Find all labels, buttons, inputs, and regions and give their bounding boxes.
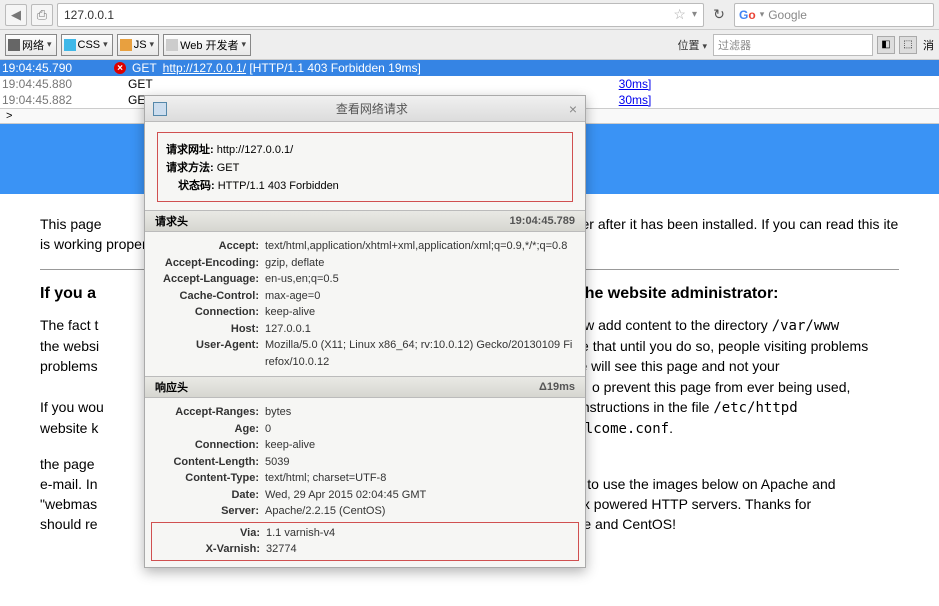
position-label: 位置▾ [677,37,707,53]
network-request-popup: 查看网络请求 × 请求网址: http://127.0.0.1/ 请求方法: G… [144,95,586,568]
filter-input[interactable]: 过滤器 [713,34,873,56]
back-button[interactable]: ◀ [5,4,27,26]
response-headers: Accept-Ranges:bytes Age:0 Connection:kee… [145,398,585,522]
google-logo-icon: Go [739,8,756,22]
request-row[interactable]: 19:04:45.880 GET 30ms] [0,76,939,92]
browser-nav-bar: ◀ ⎙ 127.0.0.1 ☆ ▾ ↻ Go ▾ Google [0,0,939,30]
popup-titlebar[interactable]: 查看网络请求 × [145,96,585,122]
request-headers-section[interactable]: 请求头19:04:45.789 [145,210,585,232]
search-placeholder: Google [768,8,807,22]
css-panel-button[interactable]: CSS▾ [61,34,113,56]
js-panel-button[interactable]: JS▾ [117,34,159,56]
settings-icon[interactable]: ⬚ [899,36,917,54]
search-input[interactable]: Go ▾ Google [734,3,934,27]
request-url: http://127.0.0.1/ [163,61,246,75]
url-text: 127.0.0.1 [64,8,114,22]
request-summary: 请求网址: http://127.0.0.1/ 请求方法: GET 状态码: H… [157,132,573,202]
response-headers-section[interactable]: 响应头Δ19ms [145,376,585,398]
highlighted-headers: Via:1.1 varnish-v4 X-Varnish:32774 [151,522,579,561]
webdev-panel-button[interactable]: Web 开发者▾ [163,34,251,56]
window-icon [153,102,167,116]
inspect-icon[interactable]: ◧ [877,36,895,54]
devtools-toolbar: 网络▾ CSS▾ JS▾ Web 开发者▾ 位置▾ 过滤器 ◧ ⬚ 消 [0,30,939,60]
home-button[interactable]: ⎙ [31,4,53,26]
error-icon: × [114,62,126,74]
request-row[interactable]: 19:04:45.790 × GET http://127.0.0.1/ [HT… [0,60,939,76]
clear-button[interactable]: 消 [923,37,934,53]
bookmark-icon[interactable]: ☆ [673,6,686,23]
chevron-down-icon[interactable]: ▾ [692,9,697,20]
close-icon[interactable]: × [569,101,577,117]
network-panel-button[interactable]: 网络▾ [5,34,57,56]
reload-button[interactable]: ↻ [708,4,730,26]
request-headers: Accept:text/html,application/xhtml+xml,a… [145,232,585,376]
url-input[interactable]: 127.0.0.1 ☆ ▾ [57,3,704,27]
